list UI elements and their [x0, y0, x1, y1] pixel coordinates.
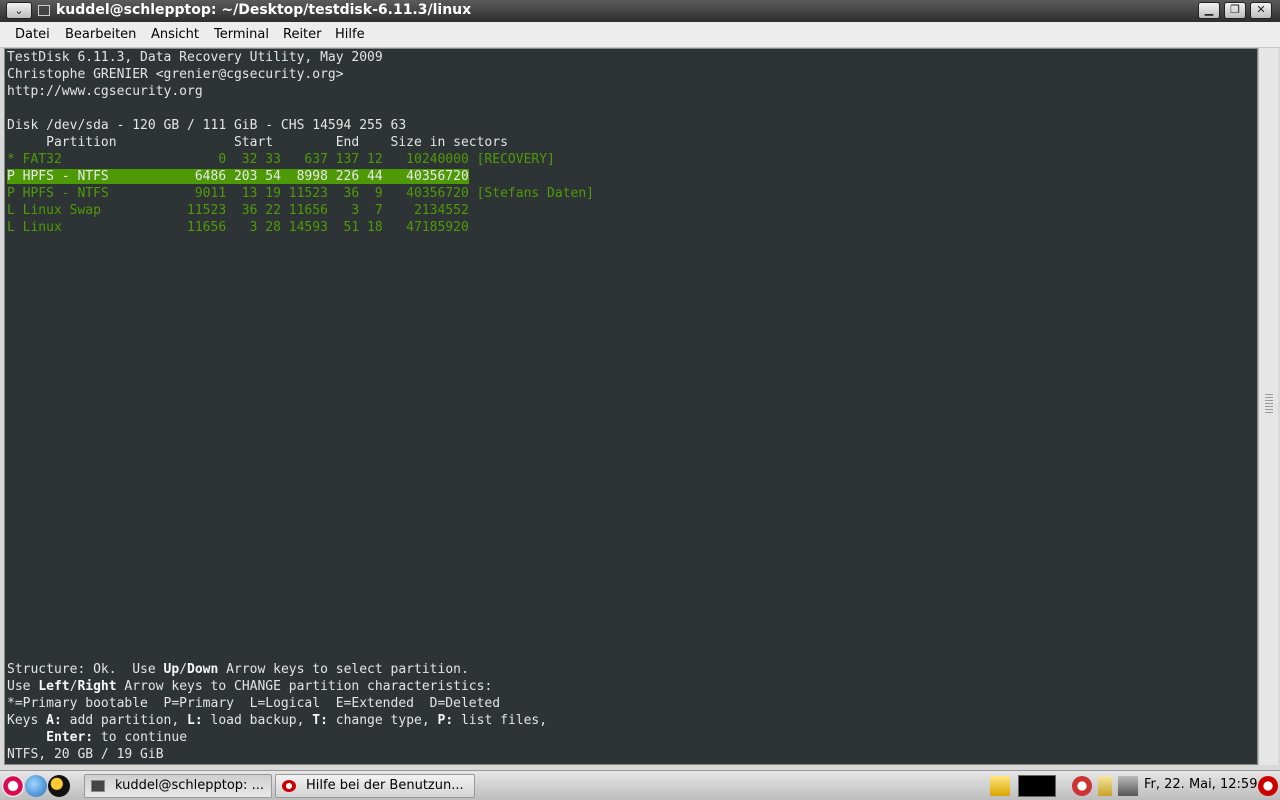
partition-row[interactable]: * FAT32 0 32 33 637 137 12 10240000 [REC…: [7, 151, 555, 168]
minimize-button[interactable]: ▁: [1198, 2, 1220, 19]
title-bar: ⌄ kuddel@schlepptop: ~/Desktop/testdisk-…: [0, 0, 1280, 22]
partition-row-values: L Linux Swap 11523 36 22 11656 3 7 21345…: [7, 203, 469, 218]
taskbar: kuddel@schlepptop: ... Hilfe bei der Ben…: [0, 770, 1280, 800]
key-up: Up: [163, 662, 180, 677]
menu-terminal[interactable]: Terminal: [214, 27, 269, 42]
help-icon: [282, 780, 296, 792]
menu-bearbeiten[interactable]: Bearbeiten: [65, 27, 136, 42]
window-menu-button[interactable]: ⌄: [6, 2, 32, 19]
text: /: [179, 662, 188, 677]
text: load backup,: [202, 713, 313, 728]
debian-menu-icon[interactable]: [2, 775, 24, 797]
partition-tag: [RECOVERY]: [468, 152, 555, 167]
keys-line: Keys A: add partition, L: load backup, T…: [7, 712, 547, 729]
key-a: A:: [46, 713, 62, 728]
window-title: kuddel@schlepptop: ~/Desktop/testdisk-6.…: [56, 2, 472, 18]
status-line-1: Structure: Ok. Use Up/Down Arrow keys to…: [7, 661, 469, 678]
text: add partition,: [61, 713, 188, 728]
menu-datei[interactable]: Datei: [15, 27, 50, 42]
terminal-app-icon: [38, 5, 50, 16]
key-p: P:: [437, 713, 454, 728]
resize-grip-icon[interactable]: [1265, 394, 1273, 414]
system-monitor-icon[interactable]: [1018, 775, 1056, 797]
clock[interactable]: Fr, 22. Mai, 12:59: [1144, 777, 1257, 792]
task-label: kuddel@schlepptop: ...: [115, 778, 264, 793]
text: Use: [7, 679, 39, 694]
task-label: Hilfe bei der Benutzun...: [306, 778, 464, 793]
text: Structure: Ok. Use: [7, 662, 164, 677]
header-line-3: http://www.cgsecurity.org: [7, 84, 203, 99]
text: [7, 730, 46, 745]
partition-row-values: P HPFS - NTFS 6486 203 54 8998 226 44 40…: [7, 169, 469, 184]
mail-icon[interactable]: [990, 776, 1010, 796]
partition-row-values: P HPFS - NTFS 9011 13 19 11523 36 9 4035…: [7, 186, 469, 201]
key-enter: Enter:: [46, 730, 94, 745]
battery-icon[interactable]: [1098, 776, 1112, 796]
network-icon[interactable]: [1072, 776, 1092, 796]
key-left: Left: [38, 679, 70, 694]
task-help[interactable]: Hilfe bei der Benutzun...: [275, 774, 475, 798]
task-terminal[interactable]: kuddel@schlepptop: ...: [84, 774, 272, 798]
menu-reiter[interactable]: Reiter: [283, 27, 322, 42]
text: change type,: [327, 713, 438, 728]
power-icon[interactable]: [1258, 776, 1278, 796]
terminal-launcher-icon[interactable]: [48, 775, 70, 797]
partition-row[interactable]: L Linux Swap 11523 36 22 11656 3 7 21345…: [7, 202, 469, 219]
text: Keys: [7, 713, 47, 728]
browser-icon[interactable]: [25, 775, 47, 797]
terminal-scrollbar[interactable]: [1258, 48, 1278, 765]
text: Arrow keys to select partition.: [218, 662, 469, 677]
menu-ansicht[interactable]: Ansicht: [151, 27, 199, 42]
partition-row-values: L Linux 11656 3 28 14593 51 18 47185920: [7, 220, 469, 235]
header-line-1: TestDisk 6.11.3, Data Recovery Utility, …: [7, 50, 383, 65]
text: Arrow keys to CHANGE partition character…: [116, 679, 493, 694]
maximize-button[interactable]: ❐: [1224, 2, 1246, 19]
key-down: Down: [187, 662, 219, 677]
partition-row[interactable]: P HPFS - NTFS 9011 13 19 11523 36 9 4035…: [7, 185, 594, 202]
close-button[interactable]: ✕: [1250, 2, 1272, 19]
partition-tag: [Stefans Daten]: [468, 186, 595, 201]
printer-icon[interactable]: [1118, 776, 1138, 796]
partition-info-line: NTFS, 20 GB / 19 GiB: [7, 747, 164, 762]
key-l: L:: [187, 713, 203, 728]
menu-bar: Datei Bearbeiten Ansicht Terminal Reiter…: [0, 22, 1280, 48]
partition-row[interactable]: L Linux 11656 3 28 14593 51 18 47185920: [7, 219, 469, 236]
legend-line: *=Primary bootable P=Primary L=Logical E…: [7, 696, 501, 711]
columns-header: Partition Start End Size in sectors: [7, 135, 508, 150]
status-line-2: Use Left/Right Arrow keys to CHANGE part…: [7, 678, 492, 695]
text: to continue: [93, 730, 188, 745]
partition-row-values: * FAT32 0 32 33 637 137 12 10240000: [7, 152, 469, 167]
key-t: T:: [312, 713, 328, 728]
header-line-2: Christophe GRENIER <grenier@cgsecurity.o…: [7, 67, 344, 82]
disk-line: Disk /dev/sda - 120 GB / 111 GiB - CHS 1…: [7, 118, 407, 133]
terminal-output[interactable]: TestDisk 6.11.3, Data Recovery Utility, …: [7, 49, 1253, 763]
key-right: Right: [77, 679, 117, 694]
text: list files,: [453, 713, 548, 728]
menu-hilfe[interactable]: Hilfe: [335, 27, 365, 42]
enter-line: Enter: to continue: [7, 729, 187, 746]
terminal-icon: [91, 780, 105, 792]
partition-row-selected[interactable]: P HPFS - NTFS 6486 203 54 8998 226 44 40…: [7, 168, 469, 185]
